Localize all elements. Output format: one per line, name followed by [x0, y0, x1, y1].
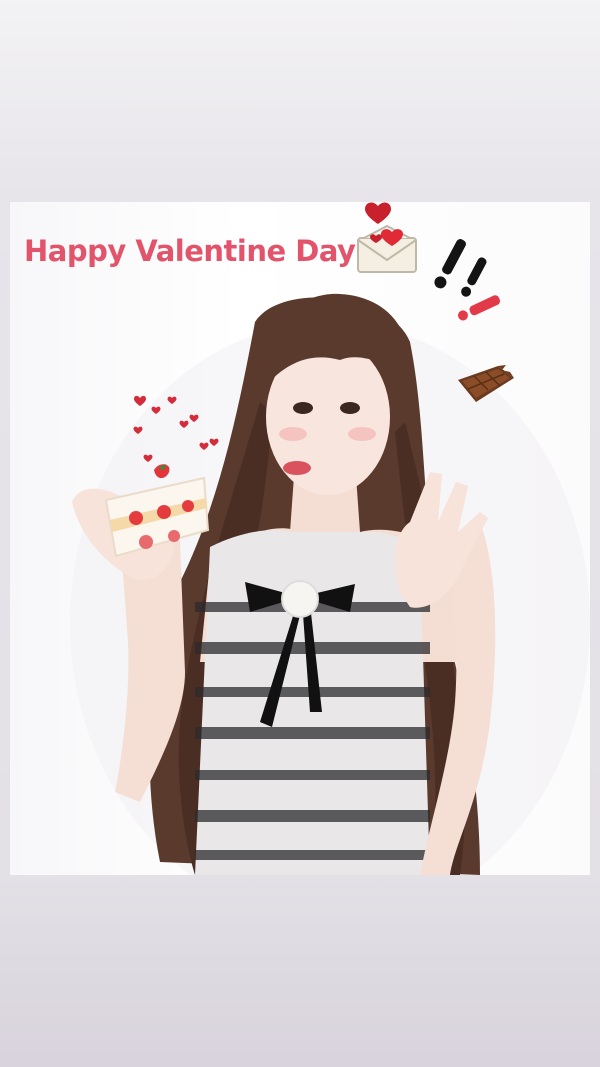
- love-letter-icon: [354, 200, 420, 276]
- double-exclamation-icon: [428, 236, 504, 326]
- strawberry-cake-icon: [96, 460, 212, 564]
- greeting-text: Happy Valentine Day: [24, 234, 356, 268]
- floating-hearts-icon: [128, 392, 228, 468]
- chocolate-bar-icon: [454, 362, 518, 406]
